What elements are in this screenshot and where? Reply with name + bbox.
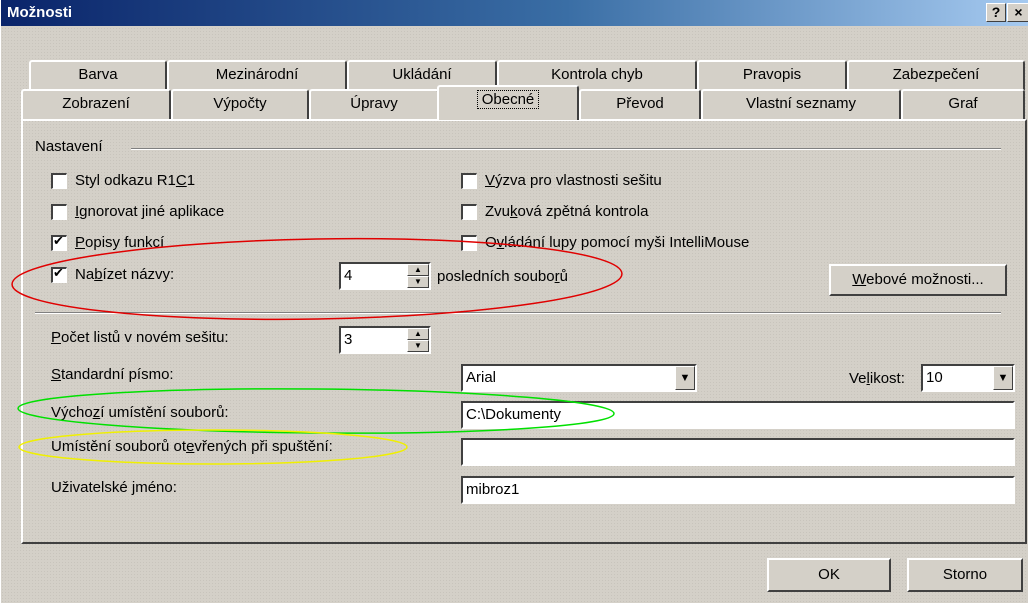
checkbox-label: Výzva pro vlastnosti sešitu: [485, 172, 662, 189]
default-location-value[interactable]: C:\Dokumenty: [466, 406, 561, 423]
sheets-count-value[interactable]: 3: [344, 331, 352, 348]
checkbox-box[interactable]: [51, 172, 67, 189]
checkbox-popisy-funkci[interactable]: Popisy funkcí: [51, 234, 164, 251]
startup-location-label: Umístění souborů otevřených při spuštění…: [51, 438, 333, 455]
help-button[interactable]: ?: [986, 3, 1006, 22]
ok-button[interactable]: OK: [767, 558, 891, 592]
spin-down-icon[interactable]: ▼: [407, 340, 429, 352]
tab-obecne[interactable]: Obecné: [437, 85, 579, 120]
tab-upravy[interactable]: Úpravy: [309, 89, 439, 119]
checkbox-nabizet-nazvy[interactable]: Nabízet názvy:: [51, 266, 174, 283]
sheets-count-label: Počet listů v novém sešitu:: [51, 329, 229, 346]
checkbox-label: Ignorovat jiné aplikace: [75, 203, 225, 220]
username-input[interactable]: mibroz1: [461, 476, 1015, 504]
font-size-select[interactable]: 10 ▼: [921, 364, 1015, 392]
checkbox-box[interactable]: [51, 203, 67, 220]
group-title-nastaveni: Nastavení: [35, 138, 103, 155]
recent-files-spinner[interactable]: 4 ▲ ▼: [339, 262, 431, 290]
checkbox-ignorovat-aplikace[interactable]: Ignorovat jiné aplikace: [51, 203, 224, 220]
checkbox-box[interactable]: [51, 266, 67, 283]
spinner-arrows[interactable]: ▲ ▼: [407, 264, 429, 288]
tab-label: Kontrola chyb: [551, 66, 643, 83]
checkbox-label: Ovládání lupy pomocí myši IntelliMouse: [485, 234, 750, 251]
tab-vypocty[interactable]: Výpočty: [171, 89, 309, 119]
tab-label: Zobrazení: [62, 95, 130, 112]
sheets-count-spinner[interactable]: 3 ▲ ▼: [339, 326, 431, 354]
section-divider: [35, 312, 1001, 314]
window-title: Možnosti: [7, 4, 72, 21]
spinner-arrows[interactable]: ▲ ▼: [407, 328, 429, 352]
standard-font-value: Arial: [466, 369, 497, 386]
font-size-value: 10: [926, 369, 943, 386]
spin-up-icon[interactable]: ▲: [407, 264, 429, 276]
tab-label: Graf: [948, 95, 978, 112]
tab-label: Obecné: [476, 90, 540, 109]
tab-zabezpeceni[interactable]: Zabezpečení: [847, 60, 1025, 90]
tab-label: Ukládání: [392, 66, 452, 83]
tab-label: Pravopis: [742, 66, 802, 83]
username-label: Uživatelské jméno:: [51, 479, 177, 496]
title-bar: Možnosti ? ×: [1, 0, 1028, 26]
close-button[interactable]: ×: [1007, 3, 1028, 22]
checkbox-vyzva-vlastnosti[interactable]: Výzva pro vlastnosti sešitu: [461, 172, 662, 189]
tab-vlastni-seznamy[interactable]: Vlastní seznamy: [701, 89, 901, 119]
tab-label: Úpravy: [350, 95, 398, 112]
username-value[interactable]: mibroz1: [466, 481, 519, 498]
chevron-down-icon[interactable]: ▼: [993, 366, 1013, 390]
checkbox-intellimouse[interactable]: Ovládání lupy pomocí myši IntelliMouse: [461, 234, 749, 251]
recent-files-value[interactable]: 4: [344, 267, 352, 284]
group-divider: [131, 148, 1001, 150]
checkbox-box[interactable]: [461, 172, 477, 189]
default-location-input[interactable]: C:\Dokumenty: [461, 401, 1015, 429]
checkbox-label: Zvuková zpětná kontrola: [485, 203, 649, 220]
web-options-button[interactable]: Webové možnosti...: [829, 264, 1007, 296]
spin-down-icon[interactable]: ▼: [407, 276, 429, 288]
checkbox-label: Popisy funkcí: [75, 234, 165, 251]
checkbox-box[interactable]: [461, 203, 477, 220]
checkbox-box[interactable]: [461, 234, 477, 251]
startup-location-input[interactable]: [461, 438, 1015, 466]
standard-font-label: Standardní písmo:: [51, 366, 174, 383]
options-dialog: Možnosti ? × Barva Mezinárodní Ukládání …: [0, 0, 1028, 603]
recent-files-suffix: posledních souborů: [437, 268, 568, 285]
cancel-button[interactable]: Storno: [907, 558, 1023, 592]
tab-graf[interactable]: Graf: [901, 89, 1025, 119]
tab-label: Převod: [616, 95, 664, 112]
default-location-label: Výchozí umístění souborů:: [51, 404, 229, 421]
tab-zobrazeni[interactable]: Zobrazení: [21, 89, 171, 119]
tab-label: Mezinárodní: [215, 66, 299, 83]
tab-prevod[interactable]: Převod: [579, 89, 701, 119]
chevron-down-icon[interactable]: ▼: [675, 366, 695, 390]
spin-up-icon[interactable]: ▲: [407, 328, 429, 340]
tab-pravopis[interactable]: Pravopis: [697, 60, 847, 90]
tab-label: Výpočty: [213, 95, 267, 112]
font-size-label: Velikost:: [849, 370, 905, 387]
standard-font-select[interactable]: Arial ▼: [461, 364, 697, 392]
tab-label: Barva: [78, 66, 118, 83]
checkbox-label: Styl odkazu R1C1: [75, 172, 196, 189]
checkbox-styl-odkazu[interactable]: Styl odkazu R1C1: [51, 172, 195, 189]
checkbox-box[interactable]: [51, 234, 67, 251]
checkbox-label: Nabízet názvy:: [75, 266, 175, 283]
tab-mezinarodni[interactable]: Mezinárodní: [167, 60, 347, 90]
checkbox-zvukova-kontrola[interactable]: Zvuková zpětná kontrola: [461, 203, 648, 220]
tab-label: Zabezpečení: [892, 66, 980, 83]
tab-label: Vlastní seznamy: [745, 95, 857, 112]
tab-barva[interactable]: Barva: [29, 60, 167, 90]
